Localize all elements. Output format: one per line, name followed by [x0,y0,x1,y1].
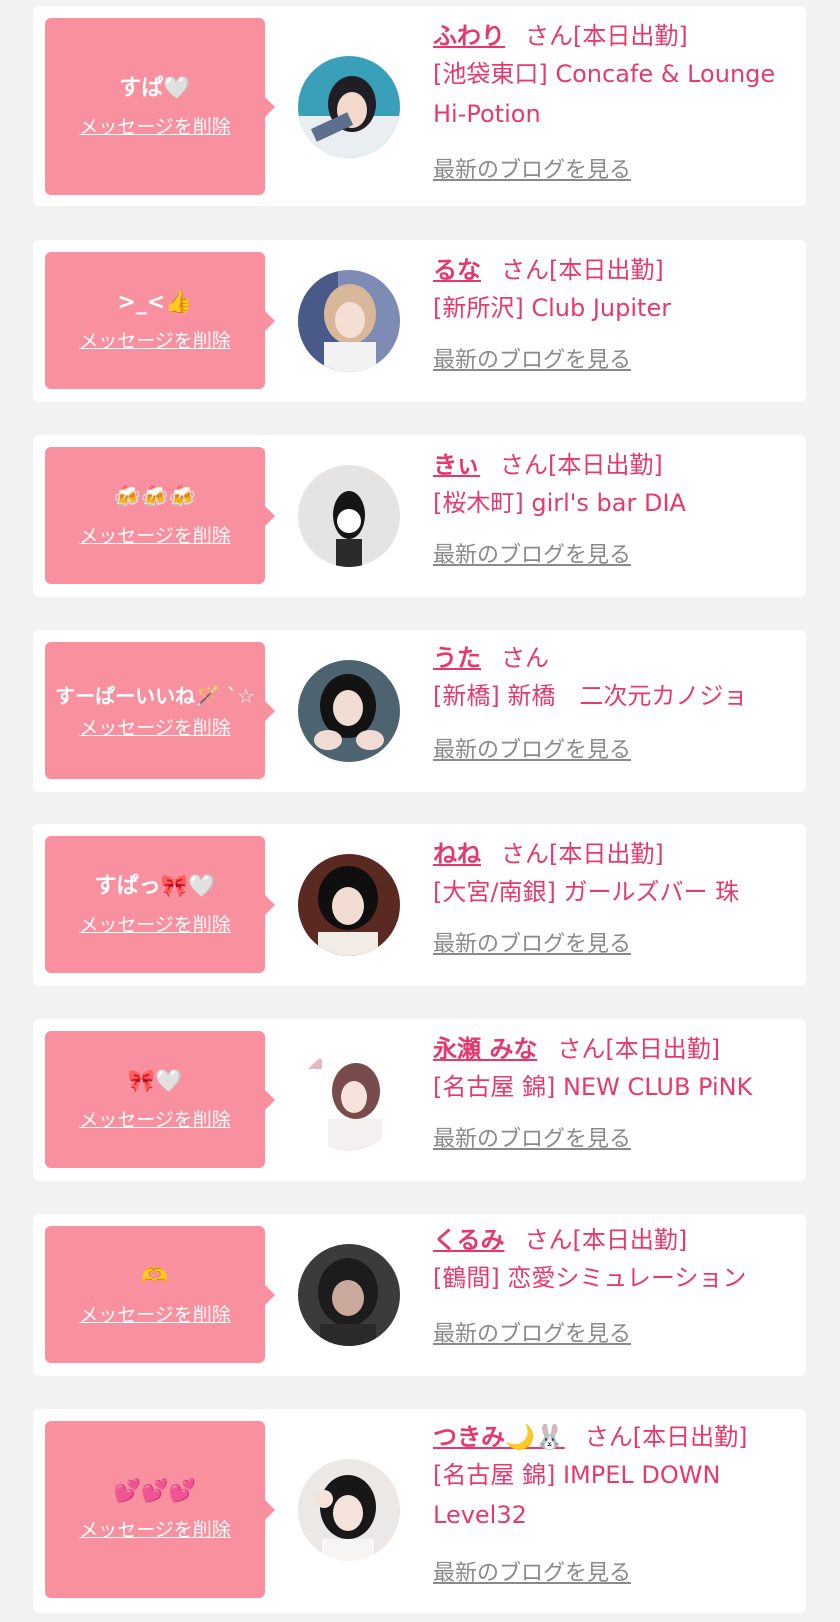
delete-message-link[interactable]: メッセージを削除 [79,713,231,740]
name-line: きぃ さん[本日出勤] [433,447,796,483]
shop-name: [大宮/南銀] ガールズバー 珠 [433,878,740,906]
message-text: 💕💕💕 [113,1479,197,1504]
latest-blog-link[interactable]: 最新のブログを見る [433,1559,631,1589]
profile-info: つきみ🌙🐰 さん[本日出勤] [名古屋 錦] IMPEL DOWN Level32 [433,1419,796,1535]
latest-blog-link[interactable]: 最新のブログを見る [433,1320,631,1350]
name-line: つきみ🌙🐰 さん[本日出勤] [433,1419,796,1455]
shop-name: [名古屋 錦] NEW CLUB PiNK [433,1073,753,1101]
message-text: すぱ🤍 [119,76,191,101]
profile-photo-icon [298,465,400,567]
message-text: すぱっ🎀🤍 [94,874,216,899]
message-card: 💕💕💕 メッセージを削除 つきみ🌙🐰 さん[本日出勤] [名古屋 錦] IMPEL… [33,1409,806,1613]
profile-info: るな さん[本日出勤] [新所沢] Club Jupiter [433,252,796,328]
name-line: くるみ さん[本日出勤] [433,1222,796,1258]
latest-blog-link[interactable]: 最新のブログを見る [433,346,631,376]
profile-photo-icon [298,854,400,956]
delete-message-link[interactable]: メッセージを削除 [79,326,231,353]
name-suffix: さん[本日出勤] [501,840,664,868]
profile-photo-icon [298,1459,400,1561]
profile-photo-icon [298,660,400,762]
message-bubble: すーぱーいいね🪄 ˋ☆ メッセージを削除 [45,642,275,779]
message-bubble: 💕💕💕 メッセージを削除 [45,1421,275,1598]
name-line: うた さん [433,640,796,676]
latest-blog-link[interactable]: 最新のブログを見る [433,541,631,571]
shop-name: [池袋東口] Concafe & Lounge Hi-Potion [433,60,776,128]
latest-blog-link[interactable]: 最新のブログを見る [433,156,631,186]
message-bubble: すぱ🤍 メッセージを削除 [45,18,275,195]
cast-name-link[interactable]: つきみ🌙🐰 [433,1423,565,1451]
name-suffix: さん[本日出勤] [524,1226,688,1254]
avatar[interactable] [298,1459,400,1561]
message-card: すーぱーいいね🪄 ˋ☆ メッセージを削除 うた さん [新橋] 新橋 二次元カノジ… [33,630,806,792]
cast-name-link[interactable]: ねね [433,840,481,868]
message-card: 🫶 メッセージを削除 くるみ さん[本日出勤] [鶴間] 恋愛シミュレーション 最… [33,1214,806,1376]
shop-name: [名古屋 錦] IMPEL DOWN Level32 [433,1461,721,1529]
avatar[interactable] [298,854,400,956]
profile-info: 永瀬 みな さん[本日出勤] [名古屋 錦] NEW CLUB PiNK [433,1031,796,1107]
profile-photo-icon [298,56,400,158]
profile-info: ふわり さん[本日出勤] [池袋東口] Concafe & Lounge Hi-P… [433,18,796,134]
message-list: すぱ🤍 メッセージを削除 ふわり さん[本日出勤] [池袋東口] Concafe … [0,0,840,1622]
message-bubble: 🫶 メッセージを削除 [45,1226,275,1363]
message-bubble: 🎀🤍 メッセージを削除 [45,1031,275,1168]
name-suffix: さん[本日出勤] [584,1423,748,1451]
avatar[interactable] [298,270,400,372]
message-card: すぱっ🎀🤍 メッセージを削除 ねね さん[本日出勤] [大宮/南銀] ガールズバー… [33,824,806,986]
profile-info: うた さん [新橋] 新橋 二次元カノジョ [433,640,796,716]
name-suffix: さん[本日出勤] [525,22,688,50]
message-text: すーぱーいいね🪄 ˋ☆ [55,684,255,708]
name-line: 永瀬 みな さん[本日出勤] [433,1031,796,1067]
shop-name: [桜木町] girl's bar DIA [433,489,686,517]
message-card: 🍻🍻🍻 メッセージを削除 きぃ さん[本日出勤] [桜木町] girl's bar… [33,435,806,597]
name-line: ふわり さん[本日出勤] [433,18,796,54]
message-text: 🍻🍻🍻 [113,485,197,510]
delete-message-link[interactable]: メッセージを削除 [79,112,231,139]
profile-photo-icon [298,270,400,372]
shop-name: [新橋] 新橋 二次元カノジョ [433,682,748,710]
delete-message-link[interactable]: メッセージを削除 [79,521,231,548]
cast-name-link[interactable]: きぃ [433,451,480,479]
profile-info: きぃ さん[本日出勤] [桜木町] girl's bar DIA [433,447,796,523]
name-line: ねね さん[本日出勤] [433,836,796,872]
profile-info: くるみ さん[本日出勤] [鶴間] 恋愛シミュレーション [433,1222,796,1298]
message-text: 🎀🤍 [127,1069,183,1094]
delete-message-link[interactable]: メッセージを削除 [79,1300,231,1327]
avatar[interactable] [298,465,400,567]
delete-message-link[interactable]: メッセージを削除 [79,1515,231,1542]
name-suffix: さん[本日出勤] [557,1035,721,1063]
profile-info: ねね さん[本日出勤] [大宮/南銀] ガールズバー 珠 [433,836,796,912]
cast-name-link[interactable]: うた [433,644,481,672]
cast-name-link[interactable]: 永瀬 みな [433,1035,537,1063]
name-suffix: さん[本日出勤] [500,451,663,479]
message-bubble: すぱっ🎀🤍 メッセージを削除 [45,836,275,973]
message-bubble: 🍻🍻🍻 メッセージを削除 [45,447,275,584]
avatar[interactable] [298,56,400,158]
profile-photo-icon [298,1049,400,1151]
avatar[interactable] [298,1049,400,1151]
profile-photo-icon [298,1244,400,1346]
message-bubble: >_<👍 メッセージを削除 [45,252,275,389]
shop-name: [新所沢] Club Jupiter [433,294,672,322]
delete-message-link[interactable]: メッセージを削除 [79,1105,231,1132]
avatar[interactable] [298,660,400,762]
cast-name-link[interactable]: るな [433,256,481,284]
avatar[interactable] [298,1244,400,1346]
message-card: すぱ🤍 メッセージを削除 ふわり さん[本日出勤] [池袋東口] Concafe … [33,6,806,206]
message-text: 🫶 [141,1264,169,1289]
message-text: >_<👍 [117,290,193,315]
latest-blog-link[interactable]: 最新のブログを見る [433,930,631,960]
name-suffix: さん[本日出勤] [501,256,664,284]
name-suffix: さん [501,644,549,672]
latest-blog-link[interactable]: 最新のブログを見る [433,736,631,766]
name-line: るな さん[本日出勤] [433,252,796,288]
cast-name-link[interactable]: ふわり [433,22,505,50]
message-card: 🎀🤍 メッセージを削除 永瀬 みな さん[本日出勤] [名古屋 錦] NEW CL… [33,1019,806,1181]
latest-blog-link[interactable]: 最新のブログを見る [433,1125,631,1155]
message-card: >_<👍 メッセージを削除 るな さん[本日出勤] [新所沢] Club Jupi… [33,240,806,402]
cast-name-link[interactable]: くるみ [433,1226,505,1254]
shop-name: [鶴間] 恋愛シミュレーション [433,1264,747,1292]
delete-message-link[interactable]: メッセージを削除 [79,910,231,937]
